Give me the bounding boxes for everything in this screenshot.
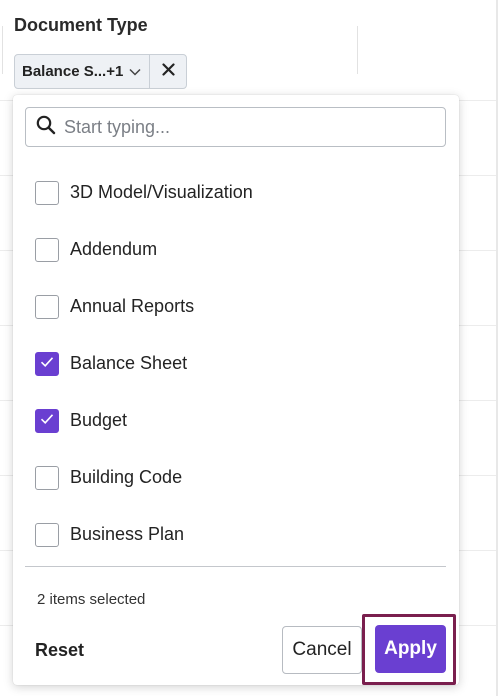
option-label: Building Code [70,467,183,487]
filter-chip-label: Balance S...+1 [22,63,124,80]
list-item-business-plan[interactable]: Business Plan [13,506,459,563]
selected-count-text: 2 items selected [37,591,146,608]
filter-chip-toggle[interactable]: Balance S...+1 [15,55,151,88]
checkbox[interactable] [35,522,59,547]
checkmark-icon [40,412,54,430]
column-header-title: Document Type [14,15,148,35]
chevron-down-icon [129,63,141,80]
checkbox[interactable] [35,465,59,490]
checkbox[interactable] [35,237,59,262]
page: Document Type Balance S...+1 3D Model/Vi… [0,0,498,696]
reset-button[interactable]: Reset [31,635,88,665]
filter-dropdown: 3D Model/Visualization Addendum Annual R… [13,95,459,685]
column-divider [2,26,3,74]
list-item-addendum[interactable]: Addendum [13,221,459,278]
option-label: Budget [70,410,128,430]
checkbox[interactable] [35,180,59,205]
apply-button[interactable]: Apply [375,625,446,673]
option-label: Addendum [70,239,158,259]
list-item-balance-sheet[interactable]: Balance Sheet [13,335,459,392]
list-item-annual-reports[interactable]: Annual Reports [13,278,459,335]
option-label: Balance Sheet [70,353,188,373]
checkbox-checked[interactable] [35,351,59,376]
list-item-3d-model-visualization[interactable]: 3D Model/Visualization [13,164,459,221]
search-icon [36,115,56,140]
checkbox-checked[interactable] [35,408,59,433]
search-input[interactable] [64,116,424,138]
search-box [25,107,446,147]
footer-divider [25,566,446,567]
close-icon [162,62,175,81]
cancel-button[interactable]: Cancel [282,626,362,674]
option-label: 3D Model/Visualization [70,182,253,202]
checkbox[interactable] [35,294,59,319]
option-label: Business Plan [70,524,185,544]
document-type-filter-chip: Balance S...+1 [14,54,188,89]
list-item-budget[interactable]: Budget [13,392,459,449]
list-item-building-code[interactable]: Building Code [13,449,459,506]
column-divider [357,26,358,74]
checkmark-icon [40,355,54,373]
clear-filter-button[interactable] [150,55,186,88]
option-label: Annual Reports [70,296,195,316]
option-list: 3D Model/Visualization Addendum Annual R… [13,164,459,563]
